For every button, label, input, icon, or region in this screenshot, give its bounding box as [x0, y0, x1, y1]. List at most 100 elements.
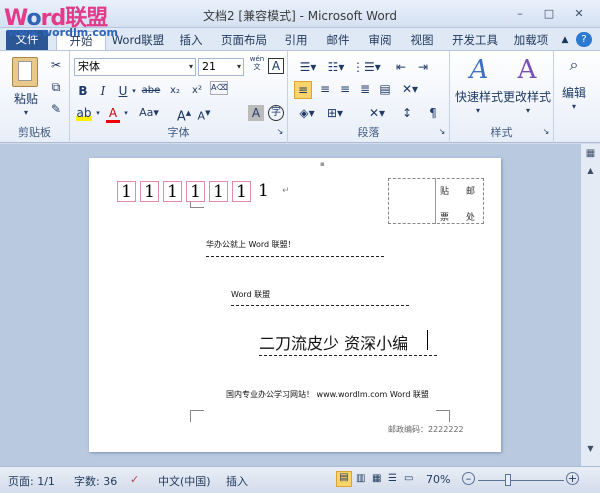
- quick-styles-dropdown-icon[interactable]: ▾: [470, 103, 486, 119]
- restore-button[interactable]: □: [538, 5, 560, 22]
- draft-view-icon[interactable]: ▭: [404, 473, 413, 484]
- editing-dropdown-icon[interactable]: ▾: [566, 99, 582, 115]
- tab-view[interactable]: 视图: [404, 31, 440, 50]
- subscript-button[interactable]: x₂: [166, 83, 184, 99]
- align-right-button[interactable]: ≡: [336, 81, 354, 97]
- borders-icon[interactable]: ⊞▾: [324, 105, 346, 121]
- strikethrough-button[interactable]: abe: [140, 83, 162, 99]
- zoom-out-button[interactable]: –: [462, 472, 475, 485]
- italic-button[interactable]: I: [96, 83, 110, 99]
- tab-insert[interactable]: 插入: [172, 31, 210, 50]
- ribbon-collapse-icon[interactable]: ▲: [558, 31, 572, 50]
- copy-icon[interactable]: ⧉: [48, 79, 64, 95]
- change-case-button[interactable]: Aa▾: [136, 105, 162, 121]
- shrink-font-button[interactable]: A▼: [196, 105, 212, 125]
- sort-icon[interactable]: ↕: [398, 105, 416, 121]
- group-font: 宋体 ▾ 21 ▾ wén 文 A B I U ▾ abe x₂ x² A⌫ ab ▾…: [70, 51, 288, 143]
- shading-icon[interactable]: ◈▾: [296, 105, 318, 121]
- increase-indent-icon[interactable]: ⇥: [414, 59, 432, 75]
- quick-styles-icon[interactable]: A: [462, 55, 496, 85]
- tab-page-layout[interactable]: 页面布局: [214, 31, 274, 50]
- group-paragraph: ☰▾ ☷▾ ⋮☰▾ ⇤ ⇥ ≡ ≡ ≡ ≣ ▤ ✕▾ ◈▾ ⊞▾ ✕▾ ↕ ¶ …: [288, 51, 450, 143]
- superscript-button[interactable]: x²: [188, 83, 206, 99]
- crop-mark: [190, 202, 204, 208]
- postcode-box: 1: [163, 181, 182, 202]
- postcode-box: 1: [140, 181, 159, 202]
- scroll-up-icon[interactable]: ▲: [584, 166, 597, 178]
- paragraph-dialog-launcher-icon[interactable]: ↘: [437, 124, 447, 140]
- cut-icon[interactable]: ✂: [48, 57, 64, 73]
- decrease-indent-icon[interactable]: ⇤: [392, 59, 410, 75]
- tab-mailings[interactable]: 邮件: [320, 31, 356, 50]
- zoom-in-button[interactable]: +: [566, 472, 579, 485]
- bold-button[interactable]: B: [76, 83, 90, 99]
- binoculars-icon[interactable]: ⌕: [564, 57, 584, 73]
- font-name-combo[interactable]: 宋体 ▾: [74, 58, 196, 76]
- title-bar: Word联盟 文档2 [兼容模式] - Microsoft Word – □ ✕: [0, 0, 600, 31]
- tab-developer[interactable]: 开发工具: [446, 31, 504, 50]
- font-dialog-launcher-icon[interactable]: ↘: [275, 124, 285, 140]
- language[interactable]: 中文(中国): [158, 473, 211, 489]
- zoom-level[interactable]: 70%: [426, 473, 450, 486]
- sender-postcode: 邮政编码：2222222: [388, 425, 464, 434]
- justify-button[interactable]: ≣: [356, 81, 374, 97]
- crop-mark: [190, 410, 204, 422]
- recipient-name: 二刀流皮少 资深小编: [259, 334, 409, 353]
- vertical-scrollbar[interactable]: ▦ ▲ ▼: [580, 144, 600, 466]
- format-painter-icon[interactable]: ✎: [48, 101, 64, 117]
- paragraph-mark-top: ▪: [320, 160, 325, 168]
- change-styles-dropdown-icon[interactable]: ▾: [520, 103, 536, 119]
- help-icon[interactable]: ?: [576, 32, 592, 47]
- paste-sheet-icon: [18, 61, 32, 81]
- minimize-button[interactable]: –: [509, 5, 531, 22]
- stamp-text-chu: 处: [466, 213, 476, 223]
- show-marks-icon[interactable]: ¶: [424, 105, 442, 121]
- paste-dropdown-icon[interactable]: ▾: [18, 105, 34, 121]
- grow-font-button[interactable]: A▲: [176, 105, 192, 125]
- tab-review[interactable]: 审阅: [362, 31, 398, 50]
- full-screen-view-icon[interactable]: ▥: [356, 473, 365, 484]
- zoom-slider-thumb[interactable]: [505, 474, 511, 486]
- ruler-toggle-icon[interactable]: ▦: [584, 148, 597, 162]
- group-clipboard-label: 剪贴板: [18, 126, 51, 139]
- font-size-combo[interactable]: 21 ▾: [198, 58, 244, 76]
- postcode-box: 1: [232, 181, 251, 202]
- char-border-icon[interactable]: A: [268, 58, 284, 74]
- phonetic-guide-icon[interactable]: wén 文: [248, 55, 266, 71]
- web-layout-view-icon[interactable]: ▦: [372, 473, 381, 484]
- stamp-text-piao: 票: [440, 213, 450, 223]
- char-shading-icon[interactable]: A: [248, 105, 264, 121]
- zoom-slider-track[interactable]: [478, 480, 564, 481]
- outline-view-icon[interactable]: ☰: [388, 473, 397, 484]
- numbering-icon[interactable]: ☷▾: [324, 59, 348, 75]
- scroll-down-icon[interactable]: ▼: [584, 444, 597, 456]
- change-styles-icon[interactable]: A: [510, 55, 544, 85]
- insert-mode[interactable]: 插入: [226, 473, 248, 489]
- proofing-icon[interactable]: ✓: [130, 473, 139, 486]
- font-color-dropdown-icon[interactable]: ▾: [122, 105, 130, 121]
- underline-dropdown-icon[interactable]: ▾: [130, 83, 138, 99]
- multilevel-list-icon[interactable]: ⋮☰▾: [352, 59, 381, 75]
- address-underline-1: [206, 256, 384, 257]
- stamp-text-tie: 贴: [440, 187, 450, 197]
- word-count[interactable]: 字数: 36: [74, 473, 117, 489]
- styles-dialog-launcher-icon[interactable]: ↘: [541, 124, 551, 140]
- chinese-layout-icon[interactable]: ✕▾: [366, 105, 388, 121]
- align-left-button[interactable]: ≡: [294, 81, 312, 99]
- highlight-icon[interactable]: ab: [76, 105, 92, 121]
- underline-button[interactable]: U: [116, 83, 130, 99]
- line-spacing-icon[interactable]: ✕▾: [398, 81, 422, 97]
- clear-format-icon[interactable]: A⌫: [210, 81, 228, 95]
- page-count[interactable]: 页面: 1/1: [8, 473, 55, 489]
- close-button[interactable]: ✕: [568, 5, 590, 22]
- tab-references[interactable]: 引用: [278, 31, 314, 50]
- highlight-dropdown-icon[interactable]: ▾: [94, 105, 102, 121]
- distributed-button[interactable]: ▤: [376, 81, 394, 97]
- enclose-char-icon[interactable]: 字: [268, 105, 284, 121]
- print-layout-view-icon[interactable]: ▤: [336, 471, 352, 487]
- tab-addins[interactable]: 加载项: [508, 31, 554, 50]
- font-color-icon[interactable]: A: [106, 105, 120, 123]
- bullets-icon[interactable]: ☰▾: [296, 59, 320, 75]
- group-editing: ⌕ 编辑 ▾: [554, 51, 594, 143]
- align-center-button[interactable]: ≡: [316, 81, 334, 97]
